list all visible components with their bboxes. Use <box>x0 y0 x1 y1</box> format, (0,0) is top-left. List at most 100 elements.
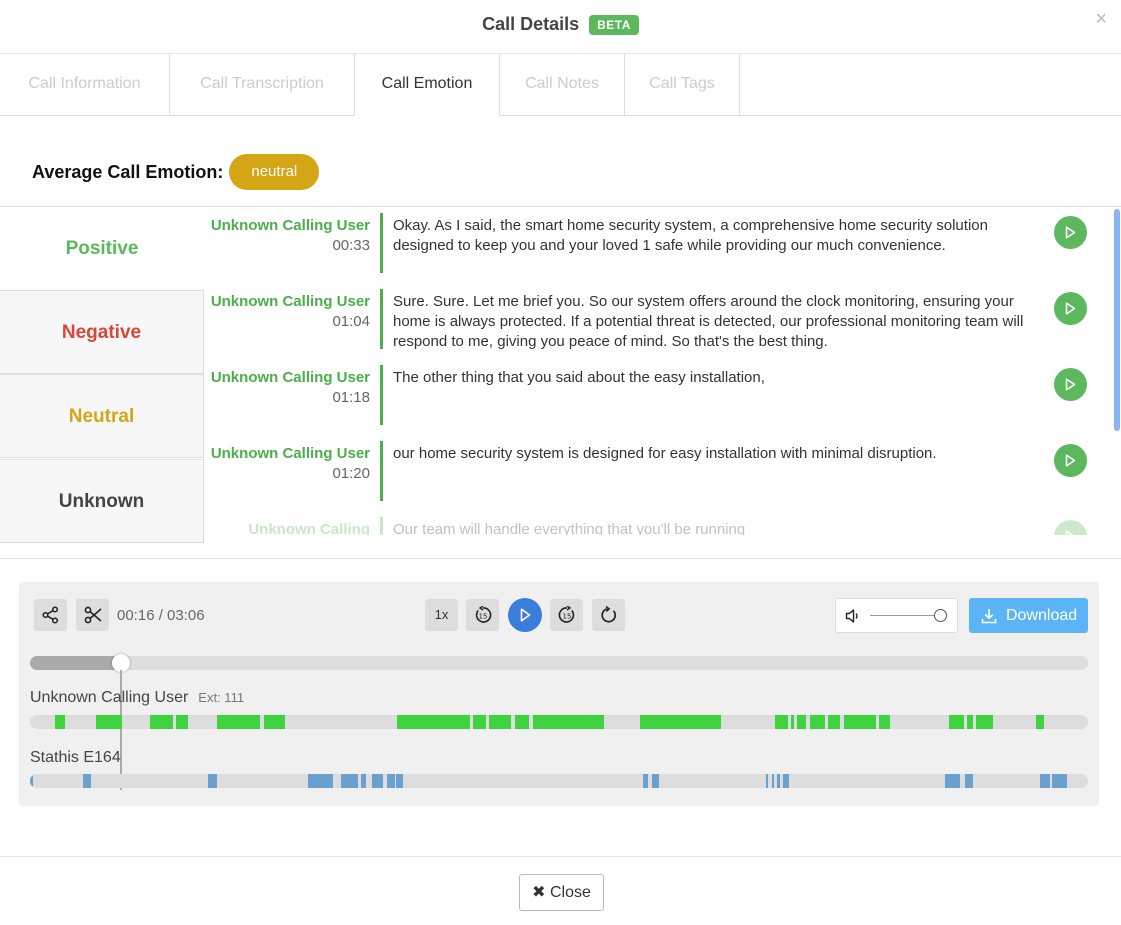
seek-bar[interactable] <box>30 654 1088 672</box>
speech-segment <box>489 715 512 729</box>
volume-control[interactable] <box>835 598 958 633</box>
speech-segment <box>514 715 530 729</box>
transcript-text: The other thing that you said about the … <box>393 369 765 386</box>
speaker-name: Unknown Calling User <box>210 217 370 234</box>
transcript-text: Sure. Sure. Let me brief you. So our sys… <box>393 293 1024 350</box>
playhead-line <box>119 670 122 790</box>
volume-slider-handle[interactable] <box>934 609 947 622</box>
close-icon: ✖ <box>532 884 546 901</box>
speech-segment <box>949 715 965 729</box>
emotion-filter-unknown[interactable]: Unknown <box>0 459 204 543</box>
close-button[interactable]: ✖ Close <box>519 874 604 911</box>
speech-segment <box>1052 774 1067 788</box>
svg-text:15: 15 <box>563 613 572 621</box>
speaker-name: Unknown Calling <box>248 521 370 535</box>
reload-icon <box>601 606 617 623</box>
volume-track[interactable] <box>870 615 940 616</box>
timestamp: 01:04 <box>332 313 370 330</box>
speech-segment <box>774 715 788 729</box>
modal-title: Call Details <box>482 14 580 34</box>
play-button[interactable] <box>508 598 542 632</box>
modal-header: Call Details BETA × <box>0 0 1121 54</box>
transcript-row: Unknown Calling User 01:18 The other thin… <box>204 359 1109 435</box>
transcript-text: our home security system is designed for… <box>393 445 937 462</box>
seek-bar-fill <box>30 656 121 670</box>
speech-segment <box>95 715 123 729</box>
close-label: Close <box>549 884 591 901</box>
timestamp: 01:20 <box>332 465 370 482</box>
close-icon[interactable]: × <box>1095 8 1107 31</box>
transcript-row: Unknown Calling User 00:33 Okay. As I sai… <box>204 207 1109 283</box>
title-wrap: Call Details BETA <box>0 14 1121 35</box>
speaker-name: Unknown Calling User <box>210 293 370 310</box>
play-segment-button[interactable] <box>1054 520 1087 535</box>
play-segment-button[interactable] <box>1054 368 1087 401</box>
speech-segment <box>975 715 993 729</box>
speaker-label: Unknown Calling <box>204 520 370 535</box>
emotion-filter-negative[interactable]: Negative <box>0 290 204 374</box>
emotion-filter-neutral[interactable]: Neutral <box>0 374 204 458</box>
beta-badge: BETA <box>589 14 639 35</box>
transcript-text: Okay. As I said, the smart home security… <box>393 217 988 254</box>
speech-segment <box>149 715 173 729</box>
speech-segment <box>790 715 794 729</box>
share-button[interactable] <box>34 599 67 631</box>
speaker-name: Unknown Calling User <box>210 369 370 386</box>
tab-call-emotion[interactable]: Call Emotion <box>354 54 500 116</box>
track-label-caller: Unknown Calling User Ext: 111 <box>30 689 244 707</box>
scrollbar-thumb[interactable] <box>1114 209 1120 431</box>
speech-segment <box>217 715 260 729</box>
rewind-15-button[interactable]: 15 <box>466 599 499 631</box>
download-button[interactable]: Download <box>969 598 1088 633</box>
play-segment-button[interactable] <box>1054 292 1087 325</box>
tab-call-notes[interactable]: Call Notes <box>500 54 625 116</box>
average-emotion-badge: neutral <box>229 154 320 190</box>
speech-segment <box>473 715 486 729</box>
rewind-15-icon: 15 <box>475 606 492 623</box>
reload-button[interactable] <box>592 599 625 631</box>
speech-segment <box>809 715 825 729</box>
row-divider <box>380 289 383 349</box>
transcript-row: Unknown Calling User 01:04 Sure. Sure. Le… <box>204 283 1109 359</box>
speech-segment <box>397 715 471 729</box>
timestamp: 01:18 <box>332 389 370 406</box>
trim-button[interactable] <box>76 599 109 631</box>
row-divider <box>380 213 383 273</box>
play-icon <box>520 608 531 622</box>
download-icon <box>981 609 997 624</box>
tab-call-transcription[interactable]: Call Transcription <box>170 54 355 116</box>
speech-segment <box>371 774 384 788</box>
speech-segment <box>1036 715 1044 729</box>
row-divider <box>380 441 383 501</box>
track-name: Stathis E164 <box>30 749 121 766</box>
speech-segment <box>396 774 404 788</box>
speaker-track-caller[interactable] <box>30 715 1088 729</box>
average-emotion: Average Call Emotion: neutral <box>32 154 320 190</box>
row-divider <box>380 365 383 425</box>
play-segment-button[interactable] <box>1054 444 1087 477</box>
speaker-track-agent[interactable] <box>30 774 1088 788</box>
transcript-row: Unknown Calling User 01:20 our home secur… <box>204 435 1109 511</box>
emotion-filter-list: Positive Negative Neutral Unknown <box>0 207 204 545</box>
play-segment-button[interactable] <box>1054 216 1087 249</box>
speech-segment <box>532 715 605 729</box>
download-label: Download <box>1006 607 1078 624</box>
speech-segment <box>640 715 721 729</box>
speech-segment <box>776 774 781 788</box>
emotion-content: Positive Negative Neutral Unknown Unknow… <box>0 206 1121 544</box>
tab-call-information[interactable]: Call Information <box>0 54 170 116</box>
play-icon <box>1065 302 1076 315</box>
speaker-label: Unknown Calling User 01:20 <box>204 444 370 484</box>
speech-segment <box>797 715 806 729</box>
transcript-list: Unknown Calling User 00:33 Okay. As I sai… <box>204 207 1109 535</box>
speech-segment <box>652 774 660 788</box>
tab-call-tags[interactable]: Call Tags <box>625 54 740 116</box>
playback-rate-button[interactable]: 1x <box>425 599 458 631</box>
emotion-filter-positive[interactable]: Positive <box>0 207 204 291</box>
speech-segment <box>827 715 841 729</box>
speech-segment <box>361 774 367 788</box>
speech-segment <box>1040 774 1050 788</box>
forward-15-button[interactable]: 15 <box>550 599 583 631</box>
speech-segment <box>308 774 333 788</box>
timestamp: 00:33 <box>332 237 370 254</box>
